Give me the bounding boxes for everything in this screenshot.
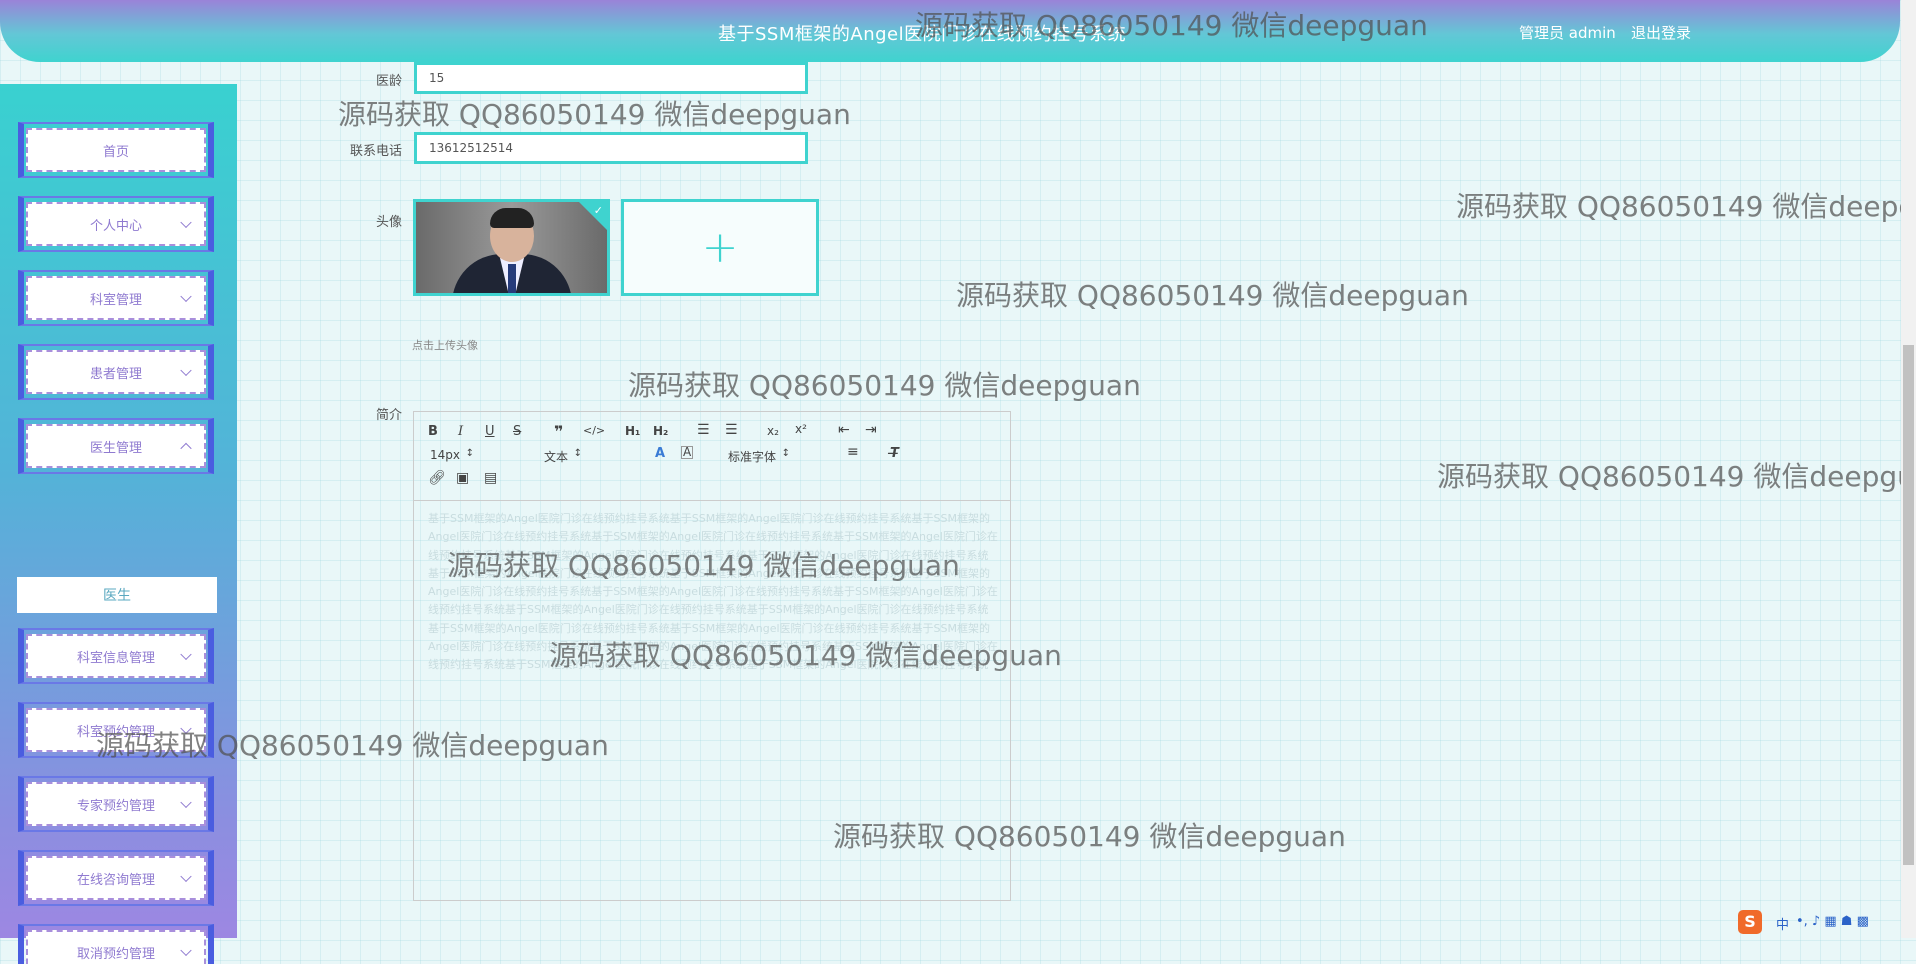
sidebar-item-label: 在线咨询管理 — [76, 872, 155, 888]
sidebar-item-consult[interactable]: 在线咨询管理 — [18, 850, 214, 906]
h2-icon[interactable]: H₂ — [653, 424, 668, 438]
phone-label: 联系电话 — [349, 144, 402, 159]
link-icon[interactable]: 🔗︎ — [428, 470, 446, 486]
menu-inner: 在线咨询管理 — [26, 856, 206, 900]
logout-link[interactable]: 退出登录 — [1631, 22, 1691, 43]
bullet-list-icon[interactable]: ☰ — [725, 422, 738, 438]
phone-input[interactable]: 13612512514 — [414, 132, 808, 164]
watermark: 源码获取 QQ86050149 微信deepguan — [628, 369, 1141, 402]
rich-text-editor[interactable]: B I U S ❞ </> H₁ H₂ ☰ ☰ x₂ x² ⇤ ⇥ 14px 文… — [413, 411, 1011, 901]
sogou-ime-icon[interactable]: S — [1738, 910, 1762, 934]
heading-select[interactable]: 文本 — [544, 448, 582, 465]
menu-inner: 患者管理 — [26, 350, 206, 394]
sidebar-item-doctor[interactable]: 医生管理 — [18, 418, 214, 474]
menu-inner: 专家预约管理 — [26, 782, 206, 826]
watermark: 源码获取 QQ86050149 微信deepguan — [956, 279, 1469, 312]
subscript-icon[interactable]: x₂ — [767, 424, 779, 438]
watermark: 源码获取 QQ86050149 微信deepguan — [1437, 460, 1916, 493]
ordered-list-icon[interactable]: ☰ — [697, 422, 710, 438]
chevron-down-icon — [180, 216, 192, 229]
sidebar-item-label: 个人中心 — [89, 218, 142, 234]
sidebar-item-label: 取消预约管理 — [76, 946, 155, 962]
scrollbar-thumb[interactable] — [1903, 345, 1914, 865]
age-input[interactable]: 15 — [414, 62, 808, 94]
sidebar-item-label: 医生管理 — [89, 440, 142, 456]
avatar-label: 头像 — [375, 215, 402, 230]
sidebar-item-department-info[interactable]: 科室信息管理 — [18, 628, 214, 684]
background-color-icon[interactable]: A — [681, 446, 694, 459]
underline-icon[interactable]: U — [485, 424, 495, 439]
code-block-icon[interactable]: </> — [583, 424, 605, 437]
image-icon[interactable]: ▣ — [456, 470, 469, 486]
align-left-icon[interactable]: ≡ — [847, 444, 859, 460]
sidebar-subitem-doctor[interactable]: 医生 — [17, 577, 217, 613]
plus-icon: + — [701, 222, 739, 273]
sidebar-item-label: 科室信息管理 — [76, 650, 155, 666]
sidebar-item-home[interactable]: 首页 — [18, 122, 214, 178]
intro-label: 简介 — [375, 408, 402, 423]
outdent-icon[interactable]: ⇤ — [838, 422, 850, 438]
video-icon[interactable]: ▤ — [484, 470, 497, 486]
check-icon: ✓ — [593, 204, 603, 217]
app-title: 基于SSM框架的Angel医院门诊在线预约挂号系统 — [718, 24, 1127, 45]
sidebar-item-expert-booking[interactable]: 专家预约管理 — [18, 776, 214, 832]
menu-inner: 科室信息管理 — [26, 634, 206, 678]
chevron-down-icon — [180, 944, 192, 957]
sidebar-item-label: 患者管理 — [89, 366, 142, 382]
sidebar-item-department-booking[interactable]: 科室预约管理 — [18, 702, 214, 758]
upload-button[interactable]: + — [621, 199, 819, 296]
watermark: 源码获取 QQ86050149 微信deepguan — [338, 98, 851, 131]
chevron-down-icon — [180, 648, 192, 661]
italic-icon[interactable]: I — [458, 424, 463, 439]
watermark: 源码获取 QQ86050149 微信deepguan — [1456, 190, 1916, 223]
menu-inner: 首页 — [26, 128, 206, 172]
avatar-image[interactable]: ✓ — [413, 199, 610, 296]
sidebar-item-label: 首页 — [102, 144, 129, 160]
editor-toolbar: B I U S ❞ </> H₁ H₂ ☰ ☰ x₂ x² ⇤ ⇥ 14px 文… — [414, 412, 1010, 501]
upload-tip: 点击上传头像 — [412, 339, 478, 352]
strikethrough-icon[interactable]: S — [513, 424, 521, 439]
ime-mode-indicator[interactable]: 中 — [1776, 914, 1789, 933]
ime-toolbar-icons[interactable]: •, ♪ ▦ ☗ ▩ — [1796, 914, 1869, 929]
sidebar-item-cancel[interactable]: 取消预约管理 — [18, 924, 214, 964]
top-header: 基于SSM框架的Angel医院门诊在线预约挂号系统 管理员 admin 退出登录 — [0, 0, 1900, 62]
menu-inner: 取消预约管理 — [26, 930, 206, 964]
quote-icon[interactable]: ❞ — [554, 422, 563, 441]
menu-inner: 科室预约管理 — [26, 708, 206, 752]
font-family-select[interactable]: 标准字体 — [728, 448, 790, 465]
font-color-icon[interactable]: A — [655, 446, 665, 461]
chevron-up-icon — [180, 442, 192, 455]
avatar-hair — [490, 208, 534, 228]
chevron-down-icon — [180, 722, 192, 735]
menu-inner: 个人中心 — [26, 202, 206, 246]
clear-format-icon[interactable]: T̶ — [890, 446, 899, 461]
indent-icon[interactable]: ⇥ — [865, 422, 877, 438]
chevron-down-icon — [180, 290, 192, 303]
chevron-down-icon — [180, 364, 192, 377]
sidebar-item-label: 科室预约管理 — [76, 724, 155, 740]
sidebar-item-department[interactable]: 科室管理 — [18, 270, 214, 326]
bold-icon[interactable]: B — [428, 424, 438, 439]
h1-icon[interactable]: H₁ — [625, 424, 640, 438]
font-size-select[interactable]: 14px — [430, 448, 474, 462]
avatar-tie — [508, 264, 516, 293]
menu-inner: 科室管理 — [26, 276, 206, 320]
user-info: 管理员 admin — [1519, 24, 1616, 42]
age-label: 医龄 — [375, 74, 402, 89]
sidebar-item-label: 专家预约管理 — [76, 798, 155, 814]
sidebar-item-profile[interactable]: 个人中心 — [18, 196, 214, 252]
chevron-down-icon — [180, 796, 192, 809]
sidebar-item-patient[interactable]: 患者管理 — [18, 344, 214, 400]
chevron-down-icon — [180, 870, 192, 883]
editor-content[interactable]: 基于SSM框架的Angel医院门诊在线预约挂号系统基于SSM框架的Angel医院… — [428, 510, 998, 675]
sidebar-item-label: 科室管理 — [89, 292, 142, 308]
sidebar: 首页 个人中心 科室管理 患者管理 医生管理 医生 科室信息管理 科室预约管理 … — [0, 84, 237, 964]
menu-inner: 医生管理 — [26, 424, 206, 468]
superscript-icon[interactable]: x² — [795, 422, 807, 436]
